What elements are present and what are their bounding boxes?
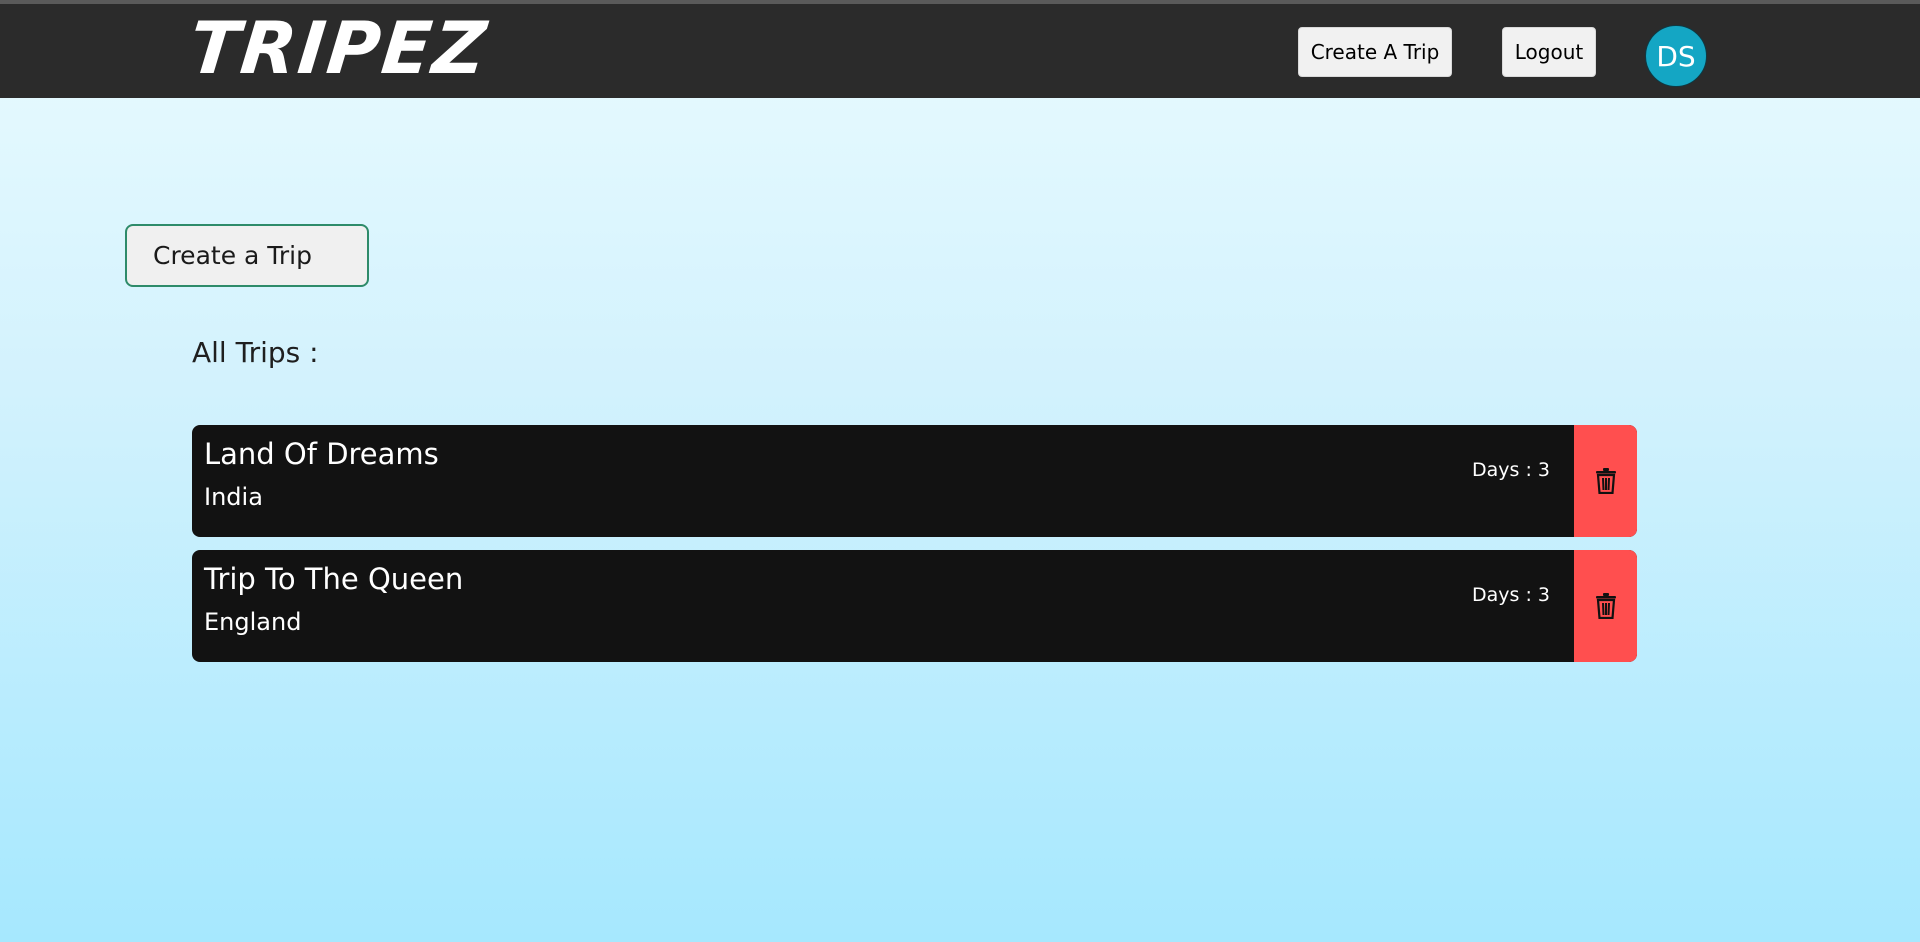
- trip-name: Trip To The Queen: [204, 562, 464, 596]
- all-trips-heading: All Trips :: [192, 336, 319, 369]
- trip-card-body[interactable]: Trip To The Queen England Days : 3: [192, 550, 1574, 662]
- user-avatar[interactable]: DS: [1645, 25, 1707, 87]
- trip-card[interactable]: Trip To The Queen England Days : 3: [192, 550, 1637, 662]
- trip-days: Days : 3: [1472, 584, 1550, 606]
- trip-country: England: [204, 608, 302, 636]
- trip-card[interactable]: Land Of Dreams India Days : 3: [192, 425, 1637, 537]
- trip-name: Land Of Dreams: [204, 437, 439, 471]
- delete-trip-button[interactable]: [1574, 425, 1637, 537]
- trip-card-body[interactable]: Land Of Dreams India Days : 3: [192, 425, 1574, 537]
- create-trip-button[interactable]: Create a Trip: [125, 224, 369, 287]
- nav-create-trip-button[interactable]: Create A Trip: [1298, 27, 1452, 77]
- trash-icon: [1595, 593, 1616, 619]
- top-navbar: TRIPEZ Create A Trip Logout DS: [0, 4, 1920, 98]
- app-logo[interactable]: TRIPEZ: [186, 6, 492, 90]
- logout-button[interactable]: Logout: [1502, 27, 1596, 77]
- trip-days: Days : 3: [1472, 459, 1550, 481]
- delete-trip-button[interactable]: [1574, 550, 1637, 662]
- trash-icon: [1595, 468, 1616, 494]
- trip-country: India: [204, 483, 263, 511]
